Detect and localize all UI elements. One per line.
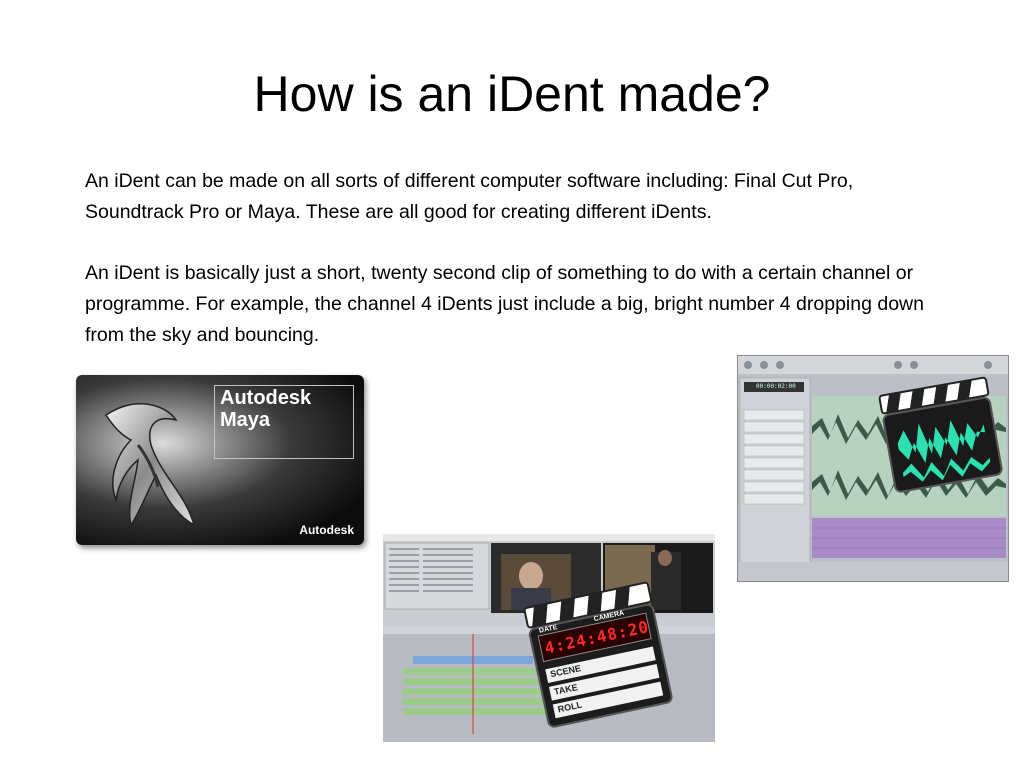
final-cut-pro-screenshot: DATE CAMERA 4:24:48:20 SCENE TAKE ROLL [383,534,715,742]
clapper-camera-label: CAMERA [593,609,625,624]
clapper-date-label: DATE [538,623,559,635]
maya-corner-brand: Autodesk [299,523,354,537]
maya-brand-text: Autodesk [220,387,312,409]
slide-body: An iDent can be made on all sorts of dif… [85,166,945,381]
clapper-scene-label: SCENE [549,663,582,680]
slide-title: How is an iDent made? [253,66,771,122]
clapperboard-icon: DATE CAMERA 4:24:48:20 SCENE TAKE ROLL [523,578,673,728]
maya-product-text: Maya [220,409,271,431]
clapper-take-label: TAKE [553,682,579,697]
paragraph-2: An iDent is basically just a short, twen… [85,262,924,346]
clapper-timecode: 4:24:48:20 [542,617,651,658]
clapper-roll-label: ROLL [556,699,583,715]
maya-image: Autodesk Maya Autodesk [76,375,364,545]
soundtrack-pro-screenshot: 00:00:02:00 [737,355,1009,582]
paragraph-1: An iDent can be made on all sorts of dif… [85,170,854,223]
clapperboard-waveform-icon [876,366,1004,494]
stp-timecode: 00:00:02:00 [756,383,796,390]
